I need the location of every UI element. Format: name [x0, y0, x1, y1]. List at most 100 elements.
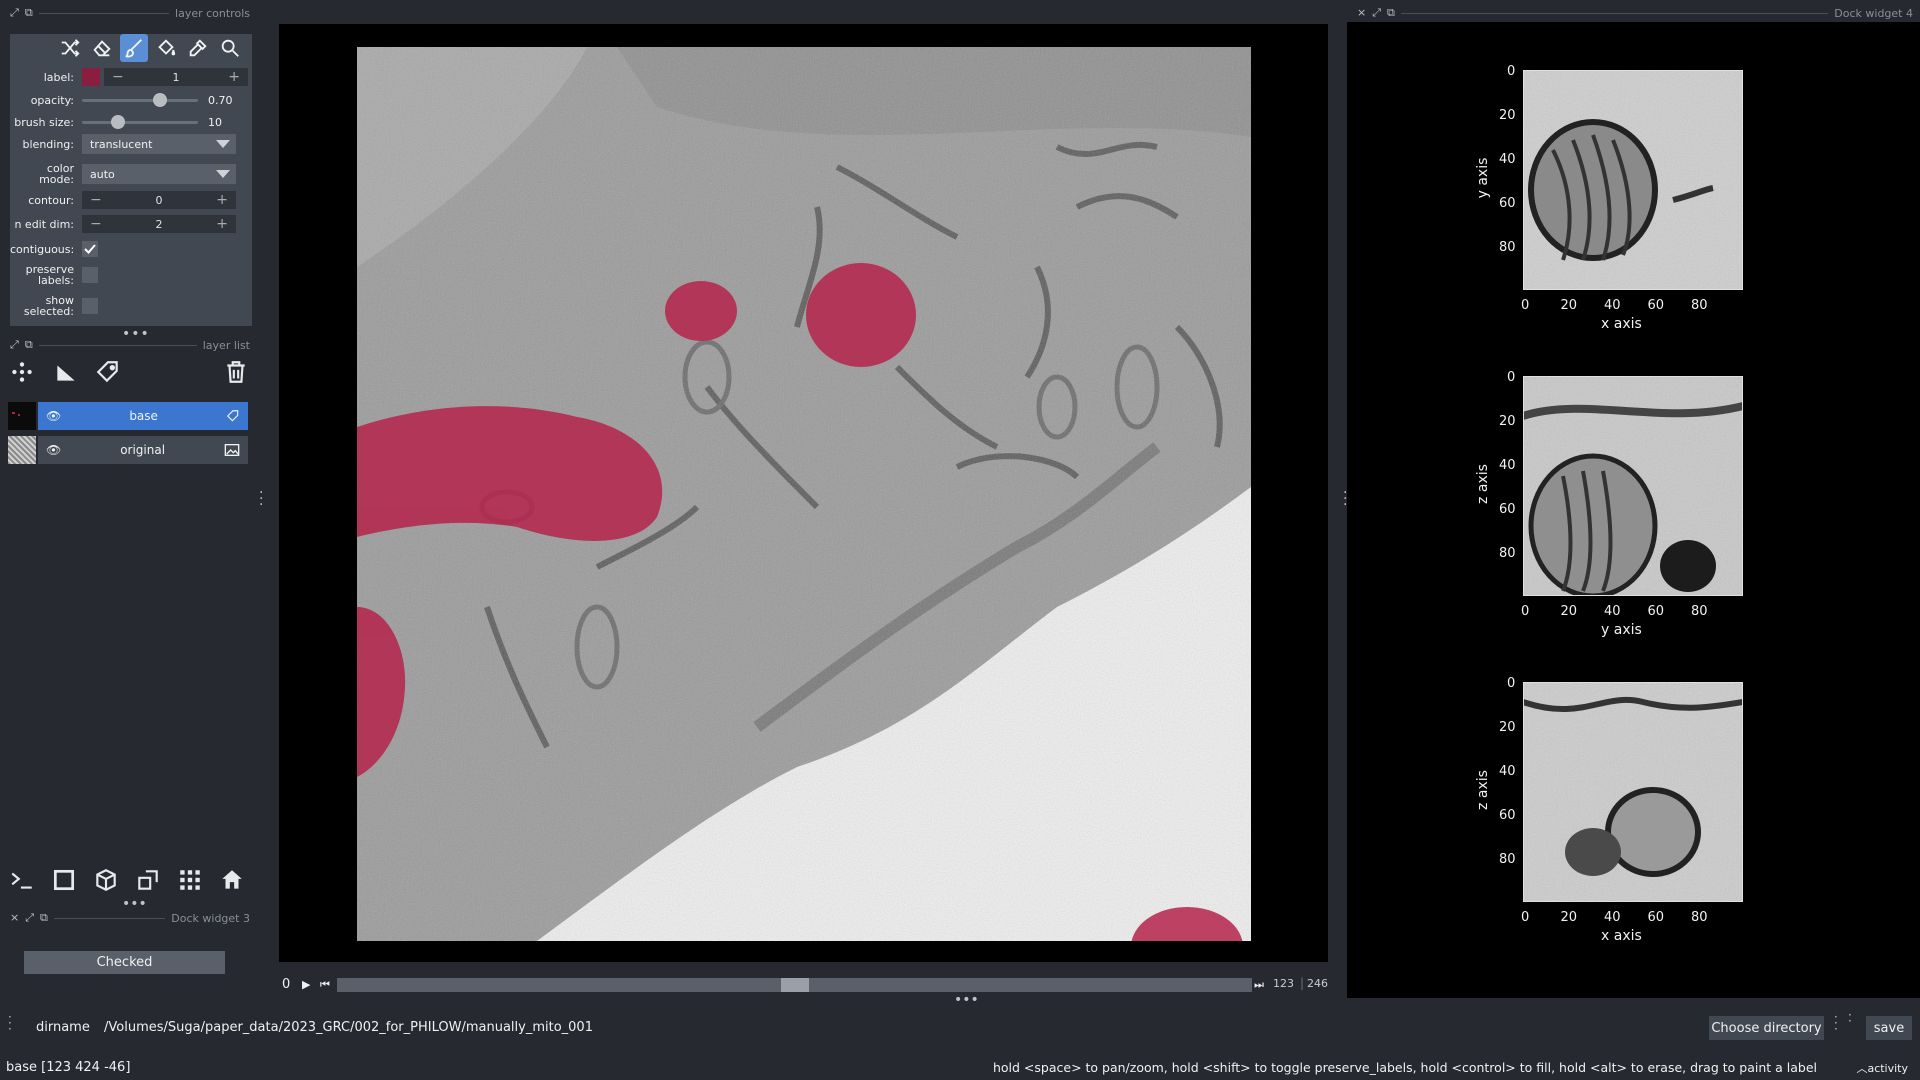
- cube-icon: [96, 869, 116, 891]
- increment-icon[interactable]: +: [228, 69, 240, 85]
- close-icon[interactable]: ×: [10, 911, 19, 925]
- contiguous-row: contiguous:: [10, 239, 252, 259]
- shapes-icon: [57, 365, 75, 381]
- status-help-text: hold <space> to pan/zoom, hold <shift> t…: [992, 1060, 1817, 1075]
- console-button[interactable]: [8, 866, 36, 894]
- new-labels-button[interactable]: [94, 358, 122, 386]
- layer-name[interactable]: original: [61, 443, 224, 457]
- new-shapes-button[interactable]: [52, 358, 80, 386]
- checked-button[interactable]: Checked: [24, 951, 225, 974]
- ndisplay-button[interactable]: [50, 866, 78, 894]
- close-icon[interactable]: ⤢: [10, 338, 19, 352]
- float-icon[interactable]: ⧉: [25, 6, 33, 20]
- new-points-button[interactable]: [8, 358, 36, 386]
- dims-slider-handle[interactable]: [780, 978, 809, 992]
- plot-x-tick: 20: [1560, 298, 1578, 313]
- plot-frame: [1523, 376, 1743, 596]
- dims-slider-track[interactable]: [337, 978, 1252, 992]
- layer-thumbnail: [8, 402, 36, 430]
- layer-row-original[interactable]: 👁 original: [8, 436, 248, 464]
- eraser-button[interactable]: [88, 34, 116, 62]
- decrement-icon[interactable]: −: [90, 192, 102, 208]
- float-icon[interactable]: ⧉: [25, 338, 33, 352]
- home-icon: [222, 870, 242, 889]
- plot-x-tick: 0: [1521, 604, 1530, 619]
- label-spinbox[interactable]: − 1 +: [104, 68, 248, 86]
- decrement-icon[interactable]: −: [90, 216, 102, 232]
- brush-size-slider[interactable]: [82, 113, 198, 131]
- more-options-icon[interactable]: · · ·: [1834, 1011, 1838, 1035]
- save-button[interactable]: save: [1866, 1016, 1912, 1040]
- label-label: label:: [43, 70, 74, 84]
- blending-label: blending:: [22, 137, 74, 151]
- home-button[interactable]: [218, 866, 246, 894]
- close-icon[interactable]: ⤢: [10, 6, 19, 20]
- viewer-canvas[interactable]: [279, 24, 1328, 962]
- brush-size-value: 10: [208, 115, 222, 129]
- activity-button[interactable]: ︿activity: [1856, 1060, 1908, 1076]
- contiguous-checkbox[interactable]: [82, 241, 98, 257]
- image-icon: [224, 444, 240, 456]
- increment-icon[interactable]: +: [216, 192, 228, 208]
- choose-directory-button[interactable]: Choose directory: [1709, 1016, 1824, 1040]
- delete-layer-button[interactable]: [222, 358, 250, 386]
- preserve-labels-checkbox[interactable]: [82, 267, 98, 283]
- skip-forward-icon[interactable]: ⏭: [1254, 978, 1264, 992]
- splitter-handle[interactable]: •••: [954, 992, 979, 1008]
- chevron-down-icon: [216, 170, 230, 178]
- layer-thumbnail: [8, 436, 36, 464]
- contour-value: 0: [155, 193, 163, 207]
- grid-button[interactable]: [176, 866, 204, 894]
- plot-y-tick: 0: [1507, 64, 1516, 79]
- increment-icon[interactable]: +: [216, 216, 228, 232]
- layer-name[interactable]: base: [61, 409, 226, 423]
- brush-button[interactable]: [120, 34, 148, 62]
- plot-x-tick: 40: [1604, 298, 1621, 313]
- color-mode-combobox[interactable]: auto: [82, 164, 236, 184]
- drag-handle-icon[interactable]: · · ·: [8, 1011, 12, 1035]
- decrement-icon[interactable]: −: [112, 69, 124, 85]
- show-selected-checkbox[interactable]: [82, 298, 98, 314]
- skip-back-icon[interactable]: ⏮: [320, 978, 330, 992]
- picker-button[interactable]: [184, 34, 212, 62]
- plot-y-tick: 80: [1499, 240, 1516, 255]
- visibility-eye-icon[interactable]: 👁: [46, 443, 61, 457]
- close-icon[interactable]: ×: [1357, 6, 1366, 20]
- layer-row-base[interactable]: 👁 base: [8, 402, 248, 430]
- roll-button[interactable]: [92, 866, 120, 894]
- shuffle-button[interactable]: [56, 34, 84, 62]
- n-edit-dim-spinbox[interactable]: − 2 +: [82, 215, 236, 233]
- visibility-eye-icon[interactable]: 👁: [46, 409, 61, 423]
- microscopy-image[interactable]: [357, 47, 1251, 941]
- plot-y-tick: 80: [1499, 852, 1516, 867]
- restore-icon[interactable]: ⧉: [40, 911, 48, 925]
- dims-slider-row: 0 ▶ ⏮ ⏭ 123 | 246: [282, 976, 1328, 992]
- fill-button[interactable]: [152, 34, 180, 62]
- contour-spinbox[interactable]: − 0 +: [82, 191, 236, 209]
- brush-size-slider-handle[interactable]: [110, 115, 125, 129]
- float-icon[interactable]: ⤢: [1372, 6, 1381, 20]
- play-icon[interactable]: ▶: [302, 978, 310, 991]
- float-icon[interactable]: ⤢: [25, 911, 34, 925]
- plot-frame: [1523, 682, 1743, 902]
- blending-combobox[interactable]: translucent: [82, 134, 236, 154]
- layer-controls-title: layer controls: [175, 6, 250, 20]
- splitter-handle-vertical[interactable]: · · ·: [259, 486, 263, 512]
- preserve-labels-label: preserve labels:: [25, 263, 74, 287]
- zoom-button[interactable]: [216, 34, 244, 62]
- layer-body[interactable]: 👁 base: [38, 402, 248, 430]
- layer-body[interactable]: 👁 original: [38, 436, 248, 464]
- restore-icon[interactable]: ⧉: [1387, 6, 1395, 20]
- dirname-input[interactable]: /Volumes/Suga/paper_data/2023_GRC/002_fo…: [104, 1020, 593, 1035]
- transpose-button[interactable]: [134, 866, 162, 894]
- contour-label: contour:: [28, 193, 74, 207]
- dims-slider-max: 246: [1307, 977, 1328, 990]
- layer-list-title: layer list: [202, 338, 250, 352]
- label-swatch[interactable]: [82, 68, 100, 86]
- opacity-slider-handle[interactable]: [153, 93, 168, 107]
- opacity-slider[interactable]: [82, 91, 198, 109]
- plot-x-tick: 40: [1604, 910, 1621, 925]
- zoom-icon: [221, 39, 239, 57]
- chevron-up-icon: ︿: [1856, 1062, 1868, 1075]
- drag-handle-icon[interactable]: · ·: [1848, 1009, 1852, 1027]
